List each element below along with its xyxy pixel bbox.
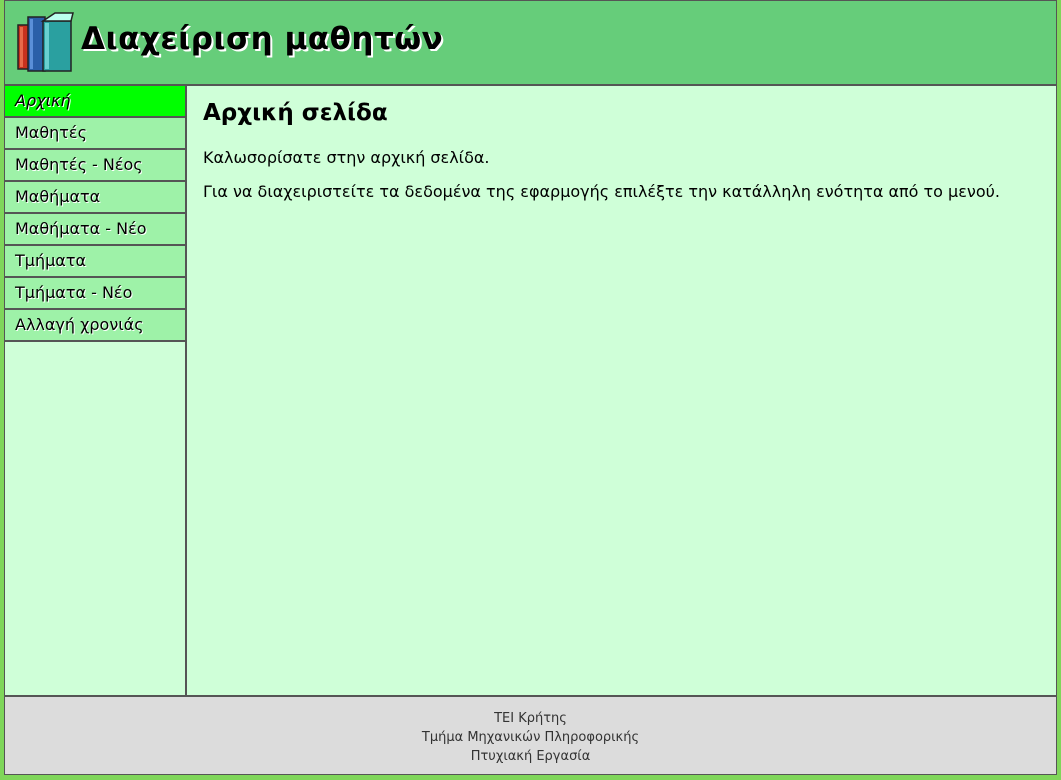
sidebar-item-new-course[interactable]: Μαθήματα - Νέο bbox=[5, 214, 185, 246]
sidebar-item-students[interactable]: Μαθητές bbox=[5, 118, 185, 150]
welcome-text: Καλωσορίσατε στην αρχική σελίδα. bbox=[203, 148, 490, 167]
footer-line-department: Τμήμα Μηχανικών Πληροφορικής bbox=[421, 730, 640, 745]
footer-line-institution: ΤΕΙ Κρήτης bbox=[494, 711, 567, 726]
books-icon bbox=[17, 12, 74, 72]
instructions-text: Για να διαχειριστείτε τα δεδομένα της εφ… bbox=[203, 182, 1000, 201]
footer-line-project: Πτυχιακή Εργασία bbox=[470, 749, 591, 764]
app-title: Διαχείριση μαθητών bbox=[81, 21, 444, 57]
footer: ΤΕΙ Κρήτης Τμήμα Μηχανικών Πληροφορικής … bbox=[5, 695, 1056, 774]
app-frame: Διαχείριση μαθητών Αρχική Μαθητές Μαθητέ… bbox=[4, 0, 1057, 775]
sidebar-menu: Αρχική Μαθητές Μαθητές - Νέος Μαθήματα Μ… bbox=[5, 86, 187, 695]
sidebar-item-new-class[interactable]: Τμήματα - Νέο bbox=[5, 278, 185, 310]
main-content: Αρχική σελίδα Καλωσορίσατε στην αρχική σ… bbox=[187, 86, 1056, 695]
sidebar-item-courses[interactable]: Μαθήματα bbox=[5, 182, 185, 214]
page-title: Αρχική σελίδα bbox=[203, 100, 388, 126]
sidebar-item-new-student[interactable]: Μαθητές - Νέος bbox=[5, 150, 185, 182]
header: Διαχείριση μαθητών bbox=[5, 1, 1056, 86]
sidebar-item-change-year[interactable]: Αλλαγή χρονιάς bbox=[5, 310, 185, 342]
sidebar-item-home[interactable]: Αρχική bbox=[5, 86, 185, 118]
sidebar-item-classes[interactable]: Τμήματα bbox=[5, 246, 185, 278]
